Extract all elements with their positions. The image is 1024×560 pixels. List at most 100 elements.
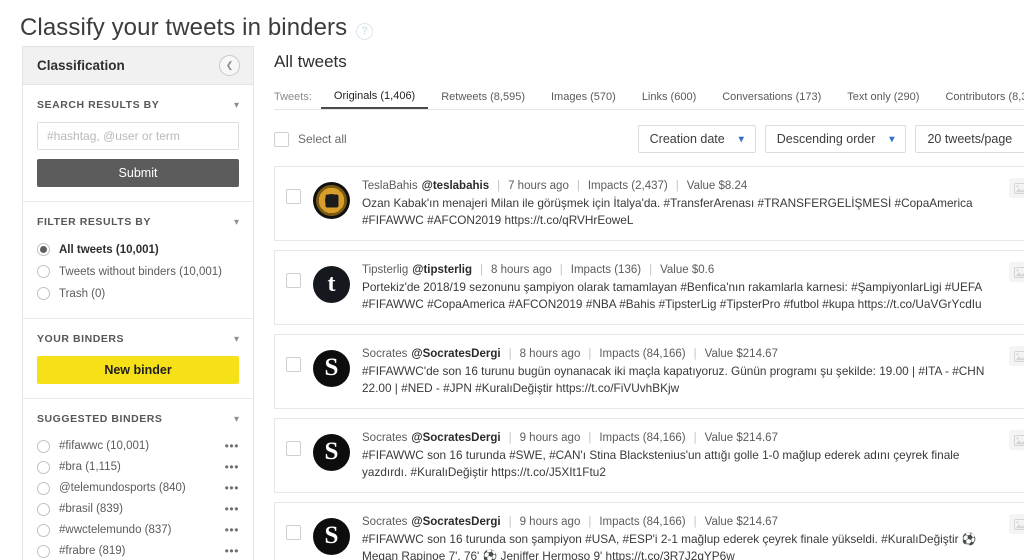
- image-placeholder-icon[interactable]: [1009, 262, 1024, 282]
- select-all-label: Select all: [298, 132, 347, 146]
- tweet-author-handle[interactable]: @SocratesDergi: [411, 432, 500, 444]
- select-all-control[interactable]: Select all: [274, 131, 347, 147]
- radio-icon[interactable]: [37, 265, 50, 278]
- tweet-author-handle[interactable]: @SocratesDergi: [411, 516, 500, 528]
- separator: |: [508, 516, 512, 528]
- filter-option-label: Trash (0): [59, 287, 106, 300]
- list-item[interactable]: #brasil (839) •••: [37, 499, 239, 519]
- separator: |: [693, 432, 697, 444]
- table-row[interactable]: S Socrates @SocratesDergi | 8 hours ago …: [274, 334, 1024, 409]
- chevron-down-icon[interactable]: ▾: [234, 217, 239, 228]
- tweet-impacts: Impacts (84,166): [599, 432, 686, 444]
- image-placeholder-icon[interactable]: [1009, 346, 1024, 366]
- radio-icon[interactable]: [37, 544, 50, 558]
- tab-conversations[interactable]: Conversations (173): [709, 91, 834, 109]
- more-options-icon[interactable]: •••: [225, 523, 239, 537]
- tweet-meta: Socrates @SocratesDergi | 8 hours ago | …: [362, 348, 996, 360]
- radio-icon[interactable]: [37, 243, 50, 256]
- sort-field-dropdown[interactable]: Creation date ▾: [637, 125, 756, 153]
- list-item[interactable]: #wwctelemundo (837) •••: [37, 520, 239, 540]
- tweet-meta: Socrates @SocratesDergi | 9 hours ago | …: [362, 516, 996, 528]
- tweet-body: TeslaBahis @teslabahis | 7 hours ago | I…: [362, 178, 1024, 229]
- new-binder-button[interactable]: New binder: [37, 356, 239, 384]
- table-row[interactable]: S Socrates @SocratesDergi | 9 hours ago …: [274, 418, 1024, 493]
- avatar: t: [313, 266, 350, 303]
- filter-option-all-tweets[interactable]: All tweets (10,001): [37, 239, 239, 260]
- more-options-icon[interactable]: •••: [225, 460, 239, 474]
- list-item[interactable]: #bra (1,115) •••: [37, 457, 239, 477]
- radio-icon[interactable]: [37, 287, 50, 300]
- tweet-author-handle[interactable]: @SocratesDergi: [411, 348, 500, 360]
- page-size-value: 20 tweets/page: [927, 132, 1013, 146]
- main-content: All tweets Tweets: Originals (1,406) Ret…: [254, 46, 1024, 560]
- list-item[interactable]: #frabre (819) •••: [37, 541, 239, 560]
- filter-results-title: FILTER RESULTS BY: [37, 216, 151, 228]
- radio-icon[interactable]: [37, 502, 50, 516]
- sort-order-dropdown[interactable]: Descending order ▾: [764, 125, 907, 153]
- image-placeholder-icon[interactable]: [1009, 430, 1024, 450]
- checkbox-icon[interactable]: [286, 441, 301, 456]
- checkbox-icon[interactable]: [286, 189, 301, 204]
- tweet-text: #FIFAWWC'de son 16 turunu bugün oynanaca…: [362, 364, 985, 395]
- tab-originals[interactable]: Originals (1,406): [320, 90, 429, 109]
- filter-option-label: All tweets (10,001): [59, 243, 159, 256]
- checkbox-icon[interactable]: [286, 273, 301, 288]
- separator: |: [497, 180, 501, 192]
- tab-links[interactable]: Links (600): [629, 91, 709, 109]
- checkbox-icon[interactable]: [274, 131, 289, 147]
- tweet-author-handle[interactable]: @teslabahis: [422, 180, 489, 192]
- list-item[interactable]: #fifawwc (10,001) •••: [37, 436, 239, 456]
- separator: |: [508, 432, 512, 444]
- table-row[interactable]: t Tipsterlig @tipsterlig | 8 hours ago |…: [274, 250, 1024, 325]
- image-placeholder-icon[interactable]: [1009, 514, 1024, 534]
- your-binders-section: YOUR BINDERS ▾ New binder: [23, 319, 253, 399]
- more-options-icon[interactable]: •••: [225, 502, 239, 516]
- tab-images[interactable]: Images (570): [538, 91, 629, 109]
- binder-label: #brasil (839): [59, 503, 123, 515]
- filter-option-without-binders[interactable]: Tweets without binders (10,001): [37, 261, 239, 282]
- avatar: [313, 182, 350, 219]
- tab-contributors[interactable]: Contributors (8,359): [932, 91, 1024, 109]
- tweet-value: Value $214.67: [704, 348, 778, 360]
- radio-icon[interactable]: [37, 481, 50, 495]
- radio-icon[interactable]: [37, 439, 50, 453]
- more-options-icon[interactable]: •••: [225, 439, 239, 453]
- chevron-down-icon[interactable]: ▾: [234, 334, 239, 345]
- tweet-text: #FIFAWWC son 16 turunda son şampiyon #US…: [362, 532, 977, 560]
- radio-icon[interactable]: [37, 460, 50, 474]
- image-placeholder-icon[interactable]: [1009, 178, 1024, 198]
- tabs-label: Tweets:: [274, 91, 312, 103]
- chevron-down-icon[interactable]: ▾: [234, 414, 239, 425]
- radio-icon[interactable]: [37, 523, 50, 537]
- checkbox-icon[interactable]: [286, 357, 301, 372]
- search-results-header[interactable]: SEARCH RESULTS BY ▾: [37, 99, 239, 111]
- more-options-icon[interactable]: •••: [225, 481, 239, 495]
- question-circle-icon[interactable]: ?: [356, 23, 374, 40]
- filter-results-header[interactable]: FILTER RESULTS BY ▾: [37, 216, 239, 228]
- search-input[interactable]: [37, 122, 239, 150]
- list-item[interactable]: @telemundosports (840) •••: [37, 478, 239, 498]
- separator: |: [588, 516, 592, 528]
- chevron-left-icon[interactable]: ❮: [219, 55, 240, 76]
- table-row[interactable]: TeslaBahis @teslabahis | 7 hours ago | I…: [274, 166, 1024, 241]
- filter-option-trash[interactable]: Trash (0): [37, 283, 239, 304]
- table-row[interactable]: S Socrates @SocratesDergi | 9 hours ago …: [274, 502, 1024, 560]
- more-options-icon[interactable]: •••: [225, 544, 239, 558]
- submit-button[interactable]: Submit: [37, 159, 239, 187]
- your-binders-header[interactable]: YOUR BINDERS ▾: [37, 333, 239, 345]
- checkbox-icon[interactable]: [286, 525, 301, 540]
- tab-text-only[interactable]: Text only (290): [834, 91, 932, 109]
- binder-label: #frabre (819): [59, 545, 126, 557]
- classification-sidebar: Classification ❮ SEARCH RESULTS BY ▾ Sub…: [22, 46, 254, 560]
- tweet-meta: TeslaBahis @teslabahis | 7 hours ago | I…: [362, 180, 996, 192]
- sort-field-value: Creation date: [649, 132, 725, 146]
- suggested-binders-header[interactable]: SUGGESTED BINDERS ▾: [37, 413, 239, 425]
- tweet-type-tabs: Tweets: Originals (1,406) Retweets (8,59…: [274, 85, 1024, 110]
- page-size-dropdown[interactable]: 20 tweets/page ▾: [915, 125, 1024, 153]
- tab-retweets[interactable]: Retweets (8,595): [428, 91, 538, 109]
- tweet-author-handle[interactable]: @tipsterlig: [412, 264, 472, 276]
- tweet-text: Ozan Kabak'ın menajeri Milan ile görüşme…: [362, 196, 973, 227]
- tweet-list: TeslaBahis @teslabahis | 7 hours ago | I…: [274, 166, 1024, 560]
- chevron-down-icon[interactable]: ▾: [234, 100, 239, 111]
- avatar: S: [313, 350, 350, 387]
